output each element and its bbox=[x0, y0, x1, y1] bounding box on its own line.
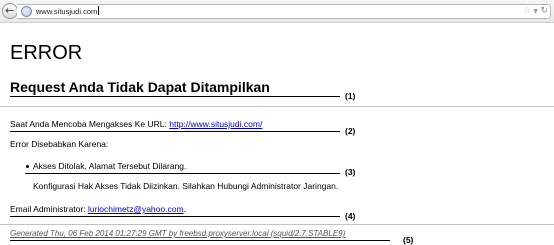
config-message: Konfigurasi Hak Akses Tidak Diizinkan. S… bbox=[33, 181, 339, 191]
footer-generated: Generated Thu, 06 Feb 2014 01:27:29 GMT … bbox=[10, 229, 346, 238]
page-title: ERROR bbox=[10, 42, 83, 64]
annotation-2: (2) bbox=[345, 126, 356, 136]
url-text[interactable]: www.situsjudi.com bbox=[36, 6, 100, 18]
annotation-1: (1) bbox=[345, 91, 356, 101]
reload-icon[interactable]: ↻ bbox=[540, 5, 548, 18]
back-button[interactable]: ← bbox=[2, 3, 18, 19]
page-subtitle: Request Anda Tidak Dapat Ditampilkan bbox=[10, 79, 270, 95]
admin-email-link[interactable]: luriochimetz@yahoo.com bbox=[88, 204, 184, 214]
annotation-3: (3) bbox=[345, 167, 356, 177]
requested-url-link[interactable]: http://www.situsjudi.com/ bbox=[169, 119, 262, 129]
text-cursor bbox=[98, 6, 100, 15]
underline-5 bbox=[10, 240, 390, 241]
divider bbox=[0, 106, 554, 107]
browser-toolbar: ← www.situsjudi.com ☆ ▼ ↻ bbox=[0, 0, 554, 23]
underline-4 bbox=[10, 216, 340, 217]
annotation-4: (4) bbox=[345, 211, 356, 221]
site-identity-icon[interactable] bbox=[21, 6, 32, 17]
underline-1 bbox=[10, 96, 340, 97]
admin-line: Email Administrator: luriochimetz@yahoo.… bbox=[10, 204, 186, 214]
address-bar[interactable]: www.situsjudi.com ☆ ▼ ↻ bbox=[17, 4, 551, 19]
url-line: Saat Anda Mencoba Mengakses Ke URL: http… bbox=[10, 119, 263, 129]
bookmark-star-icon[interactable]: ☆ bbox=[523, 5, 531, 18]
dropdown-arrow-icon[interactable]: ▼ bbox=[533, 5, 538, 18]
back-arrow-icon: ← bbox=[5, 4, 15, 17]
divider bbox=[0, 224, 554, 225]
error-cause-label: Error Disebabkan Karena: bbox=[10, 139, 109, 149]
annotation-5: (5) bbox=[403, 235, 414, 245]
bullet-point bbox=[26, 165, 29, 168]
underline-3 bbox=[25, 173, 340, 174]
underline-2 bbox=[10, 131, 340, 132]
denied-reason: Akses Ditolak, Alamat Tersebut Dilarang. bbox=[33, 161, 187, 171]
